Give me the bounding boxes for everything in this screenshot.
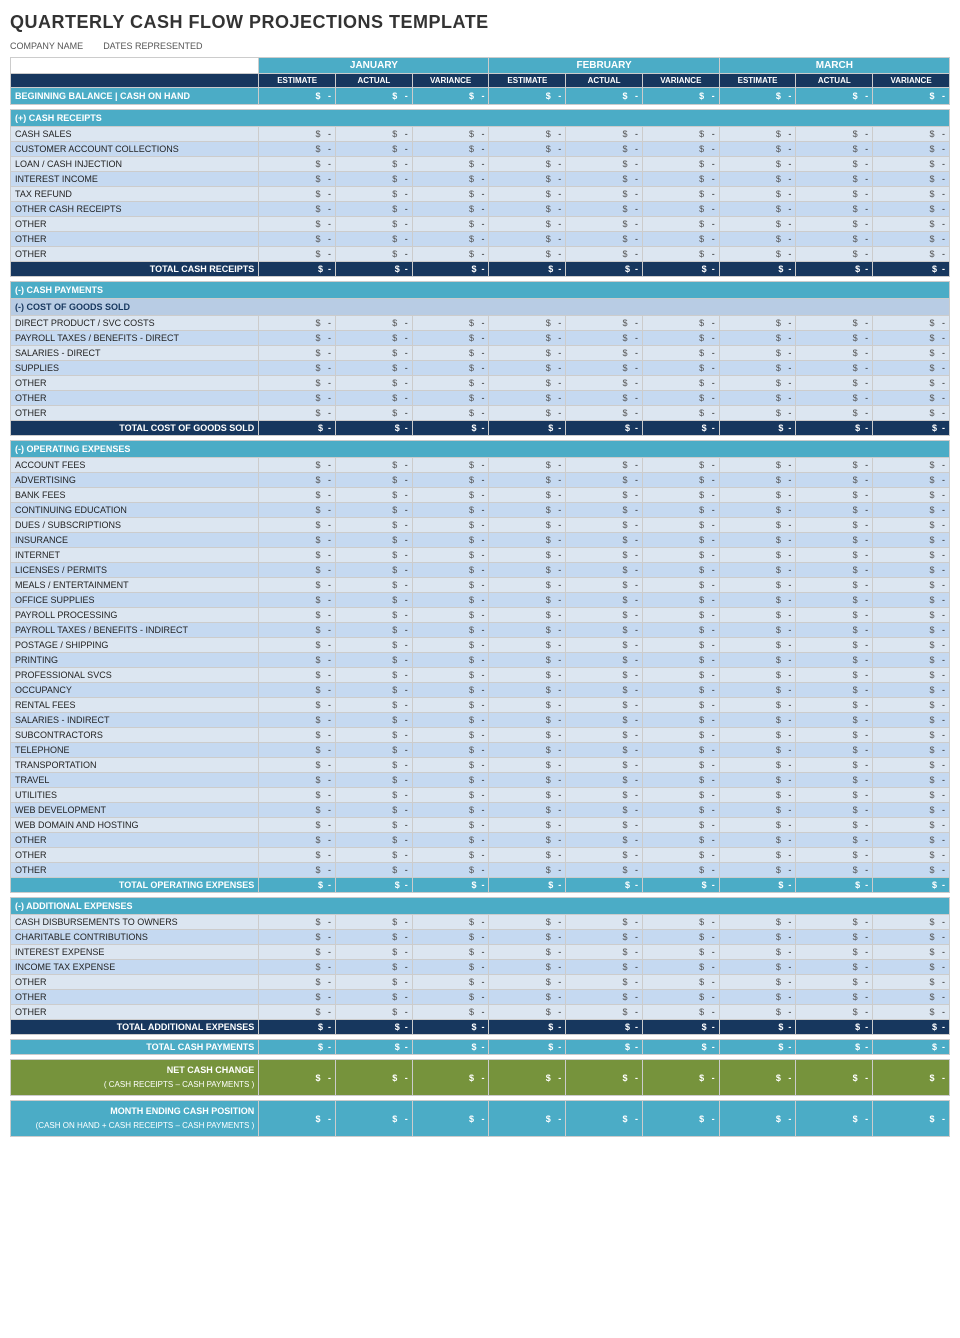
table-row: POSTAGE / SHIPPING$ -$ -$ -$ -$ -$ -$ -$… (11, 638, 950, 653)
table-row: OCCUPANCY$ -$ -$ -$ -$ -$ -$ -$ -$ - (11, 683, 950, 698)
month-header-row: JANUARY FEBRUARY MARCH (11, 58, 950, 74)
table-row: BANK FEES$ -$ -$ -$ -$ -$ -$ -$ -$ - (11, 488, 950, 503)
table-row: OTHER$ -$ -$ -$ -$ -$ -$ -$ -$ - (11, 848, 950, 863)
table-row: PAYROLL PROCESSING$ -$ -$ -$ -$ -$ -$ -$… (11, 608, 950, 623)
table-row: OTHER$ -$ -$ -$ -$ -$ -$ -$ -$ - (11, 863, 950, 878)
table-row: SUBCONTRACTORS$ -$ -$ -$ -$ -$ -$ -$ -$ … (11, 728, 950, 743)
table-row: PAYROLL TAXES / BENEFITS - INDIRECT$ -$ … (11, 623, 950, 638)
net-cash-change-row: NET CASH CHANGE( CASH RECEIPTS – CASH PA… (11, 1060, 950, 1096)
january-header: JANUARY (259, 58, 489, 74)
table-row: MEALS / ENTERTAINMENT$ -$ -$ -$ -$ -$ -$… (11, 578, 950, 593)
table-row: TAX REFUND$ -$ -$ -$ -$ -$ -$ -$ -$ - (11, 187, 950, 202)
table-row: PRINTING$ -$ -$ -$ -$ -$ -$ -$ -$ - (11, 653, 950, 668)
table-row: OTHER$ -$ -$ -$ -$ -$ -$ -$ -$ - (11, 232, 950, 247)
feb-variance-header: VARIANCE (642, 74, 719, 88)
table-row: OTHER CASH RECEIPTS$ -$ -$ -$ -$ -$ -$ -… (11, 202, 950, 217)
total-row: TOTAL OPERATING EXPENSES$ -$ -$ -$ -$ -$… (11, 878, 950, 893)
mar-actual-header: ACTUAL (796, 74, 873, 88)
table-row: PROFESSIONAL SVCS$ -$ -$ -$ -$ -$ -$ -$ … (11, 668, 950, 683)
table-row: UTILITIES$ -$ -$ -$ -$ -$ -$ -$ -$ - (11, 788, 950, 803)
total-row: TOTAL CASH PAYMENTS$ -$ -$ -$ -$ -$ -$ -… (11, 1040, 950, 1055)
table-row: OTHER$ -$ -$ -$ -$ -$ -$ -$ -$ - (11, 833, 950, 848)
total-row: TOTAL ADDITIONAL EXPENSES$ -$ -$ -$ -$ -… (11, 1020, 950, 1035)
table-row: WEB DOMAIN AND HOSTING$ -$ -$ -$ -$ -$ -… (11, 818, 950, 833)
table-row: OTHER$ -$ -$ -$ -$ -$ -$ -$ -$ - (11, 1005, 950, 1020)
section-header-row: (-) COST OF GOODS SOLD (11, 299, 950, 316)
table-row: TRAVEL$ -$ -$ -$ -$ -$ -$ -$ -$ - (11, 773, 950, 788)
jan-estimate-header: ESTIMATE (259, 74, 336, 88)
table-row: PAYROLL TAXES / BENEFITS - DIRECT$ -$ -$… (11, 331, 950, 346)
section-header-row: (+) CASH RECEIPTS (11, 110, 950, 127)
table-row: INCOME TAX EXPENSE$ -$ -$ -$ -$ -$ -$ -$… (11, 960, 950, 975)
beginning-balance-row: BEGINNING BALANCE | CASH ON HAND$ -$ -$ … (11, 88, 950, 105)
table-row: OTHER$ -$ -$ -$ -$ -$ -$ -$ -$ - (11, 990, 950, 1005)
table-row: OTHER$ -$ -$ -$ -$ -$ -$ -$ -$ - (11, 247, 950, 262)
feb-actual-header: ACTUAL (566, 74, 643, 88)
table-row: INTEREST EXPENSE$ -$ -$ -$ -$ -$ -$ -$ -… (11, 945, 950, 960)
table-row: TELEPHONE$ -$ -$ -$ -$ -$ -$ -$ -$ - (11, 743, 950, 758)
company-name-label: COMPANY NAME (10, 41, 83, 51)
table-row: SUPPLIES$ -$ -$ -$ -$ -$ -$ -$ -$ - (11, 361, 950, 376)
february-header: FEBRUARY (489, 58, 719, 74)
table-row: DIRECT PRODUCT / SVC COSTS$ -$ -$ -$ -$ … (11, 316, 950, 331)
company-info: COMPANY NAME DATES REPRESENTED (10, 41, 950, 51)
table-row: CASH DISBURSEMENTS TO OWNERS$ -$ -$ -$ -… (11, 915, 950, 930)
table-row: CUSTOMER ACCOUNT COLLECTIONS$ -$ -$ -$ -… (11, 142, 950, 157)
table-row: OTHER$ -$ -$ -$ -$ -$ -$ -$ -$ - (11, 217, 950, 232)
table-row: WEB DEVELOPMENT$ -$ -$ -$ -$ -$ -$ -$ -$… (11, 803, 950, 818)
table-row: TRANSPORTATION$ -$ -$ -$ -$ -$ -$ -$ -$ … (11, 758, 950, 773)
table-row: SALARIES - INDIRECT$ -$ -$ -$ -$ -$ -$ -… (11, 713, 950, 728)
table-row: SALARIES - DIRECT$ -$ -$ -$ -$ -$ -$ -$ … (11, 346, 950, 361)
section-header-row: (-) OPERATING EXPENSES (11, 441, 950, 458)
mar-variance-header: VARIANCE (873, 74, 950, 88)
month-ending-row: MONTH ENDING CASH POSITION(CASH ON HAND … (11, 1101, 950, 1137)
page: QUARTERLY CASH FLOW PROJECTIONS TEMPLATE… (0, 0, 960, 1149)
table-row: DUES / SUBSCRIPTIONS$ -$ -$ -$ -$ -$ -$ … (11, 518, 950, 533)
table-row: INSURANCE$ -$ -$ -$ -$ -$ -$ -$ -$ - (11, 533, 950, 548)
mar-estimate-header: ESTIMATE (719, 74, 796, 88)
table-row: INTEREST INCOME$ -$ -$ -$ -$ -$ -$ -$ -$… (11, 172, 950, 187)
table-row: OTHER$ -$ -$ -$ -$ -$ -$ -$ -$ - (11, 391, 950, 406)
table-row: OTHER$ -$ -$ -$ -$ -$ -$ -$ -$ - (11, 975, 950, 990)
table-row: CONTINUING EDUCATION$ -$ -$ -$ -$ -$ -$ … (11, 503, 950, 518)
total-row: TOTAL COST OF GOODS SOLD$ -$ -$ -$ -$ -$… (11, 421, 950, 436)
main-table: JANUARY FEBRUARY MARCH ESTIMATE ACTUAL V… (10, 57, 950, 1137)
section-header-row: (-) CASH PAYMENTS (11, 282, 950, 299)
table-row: ACCOUNT FEES$ -$ -$ -$ -$ -$ -$ -$ -$ - (11, 458, 950, 473)
total-row: TOTAL CASH RECEIPTS$ -$ -$ -$ -$ -$ -$ -… (11, 262, 950, 277)
table-row: INTERNET$ -$ -$ -$ -$ -$ -$ -$ -$ - (11, 548, 950, 563)
table-row: OFFICE SUPPLIES$ -$ -$ -$ -$ -$ -$ -$ -$… (11, 593, 950, 608)
table-row: LOAN / CASH INJECTION$ -$ -$ -$ -$ -$ -$… (11, 157, 950, 172)
feb-estimate-header: ESTIMATE (489, 74, 566, 88)
table-row: OTHER$ -$ -$ -$ -$ -$ -$ -$ -$ - (11, 406, 950, 421)
jan-actual-header: ACTUAL (336, 74, 413, 88)
dates-label: DATES REPRESENTED (103, 41, 202, 51)
table-row: RENTAL FEES$ -$ -$ -$ -$ -$ -$ -$ -$ - (11, 698, 950, 713)
table-row: LICENSES / PERMITS$ -$ -$ -$ -$ -$ -$ -$… (11, 563, 950, 578)
table-row: CASH SALES$ -$ -$ -$ -$ -$ -$ -$ -$ - (11, 127, 950, 142)
page-title: QUARTERLY CASH FLOW PROJECTIONS TEMPLATE (10, 12, 950, 33)
jan-variance-header: VARIANCE (412, 74, 489, 88)
table-row: OTHER$ -$ -$ -$ -$ -$ -$ -$ -$ - (11, 376, 950, 391)
sub-header-row: ESTIMATE ACTUAL VARIANCE ESTIMATE ACTUAL… (11, 74, 950, 88)
march-header: MARCH (719, 58, 949, 74)
table-row: CHARITABLE CONTRIBUTIONS$ -$ -$ -$ -$ -$… (11, 930, 950, 945)
table-row: ADVERTISING$ -$ -$ -$ -$ -$ -$ -$ -$ - (11, 473, 950, 488)
section-header-row: (-) ADDITIONAL EXPENSES (11, 898, 950, 915)
